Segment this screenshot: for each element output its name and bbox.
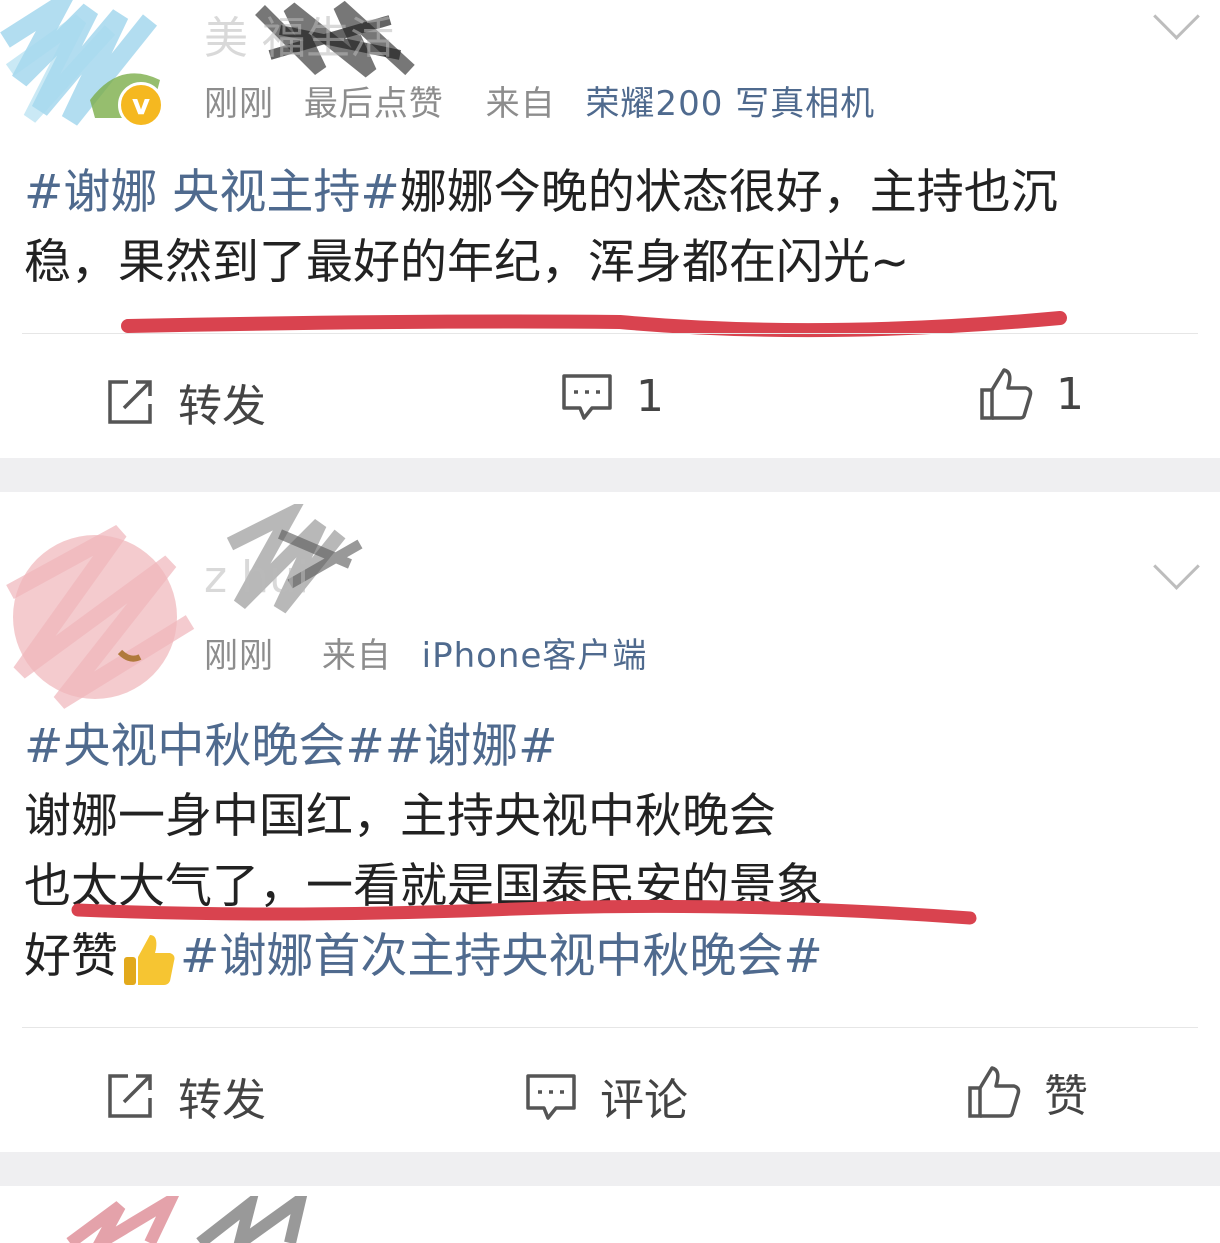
chevron-down-icon[interactable] xyxy=(1153,543,1200,590)
post-text-line-2: 谢娜一身中国红，主持央视中秋晚会 xyxy=(24,789,776,844)
post-card-1: v 美 福生活 刚刚 最后点赞 来自 荣耀200 写真相机 #谢娜 央视主持#娜… xyxy=(0,0,1220,458)
post-source[interactable]: iPhone客户端 xyxy=(422,636,648,676)
comment-button[interactable]: 1 xyxy=(560,370,664,422)
username-1[interactable]: 美 福生活 xyxy=(204,2,394,66)
post-time: 刚刚 xyxy=(204,84,274,124)
divider xyxy=(22,333,1198,334)
verified-badge-icon: v xyxy=(118,82,164,128)
source-prefix: 来自 xyxy=(321,636,392,676)
post-meta-1: 刚刚 最后点赞 来自 荣耀200 写真相机 xyxy=(204,76,893,125)
repost-icon xyxy=(108,1074,152,1118)
thumbs-up-emoji-icon xyxy=(124,934,175,985)
post-text-line-3: 也太大气了，一看就是国泰民安的景象 xyxy=(24,859,823,914)
thumbs-up-icon xyxy=(980,368,1033,420)
comment-label: 评论 xyxy=(600,1075,688,1126)
post-text-line-2: 稳，果然到了最好的年纪，浑身都在闪光~ xyxy=(24,235,910,290)
post-text-line-1: 娜娜今晚的状态很好，主持也沉 xyxy=(399,165,1058,220)
post-card-2: z hui 刚刚 来自 iPhone客户端 #央视中秋晚会##谢娜# 谢娜一身中… xyxy=(0,492,1220,1152)
like-label: 赞 xyxy=(1044,1071,1088,1122)
post-content-2: #央视中秋晚会##谢娜# 谢娜一身中国红，主持央视中秋晚会 也太大气了，一看就是… xyxy=(24,712,823,992)
repost-label: 转发 xyxy=(178,381,266,432)
hashtag-first-host[interactable]: #谢娜首次主持央视中秋晚会# xyxy=(180,929,823,984)
post-meta-2: 刚刚 来自 iPhone客户端 xyxy=(204,628,665,677)
avatar-3[interactable] xyxy=(60,1196,360,1243)
chevron-down-icon[interactable] xyxy=(1153,0,1200,40)
comment-icon xyxy=(526,1074,576,1120)
post-text-line-4: 好赞 xyxy=(24,929,118,984)
thumbs-up-icon xyxy=(968,1066,1021,1118)
card-separator xyxy=(0,1152,1220,1186)
comment-icon xyxy=(562,374,612,420)
comment-count: 1 xyxy=(636,370,664,422)
card-separator xyxy=(0,458,1220,492)
avatar-2[interactable] xyxy=(0,512,200,712)
like-count: 1 xyxy=(1056,368,1084,420)
repost-button[interactable]: 转发 xyxy=(104,370,266,434)
post-time: 刚刚 xyxy=(204,636,274,676)
divider xyxy=(22,1027,1198,1028)
hashtag-line[interactable]: #央视中秋晚会##谢娜# xyxy=(24,719,558,774)
repost-button[interactable]: 转发 xyxy=(104,1064,266,1128)
comment-button[interactable]: 评论 xyxy=(524,1064,688,1128)
source-prefix: 来自 xyxy=(485,84,556,124)
post-content-1: #谢娜 央视主持#娜娜今晚的状态很好，主持也沉 稳，果然到了最好的年纪，浑身都在… xyxy=(24,158,1058,298)
red-underline-annotation-1 xyxy=(121,311,1067,338)
repost-label: 转发 xyxy=(178,1075,266,1126)
username-2[interactable]: z hui xyxy=(204,552,309,603)
like-button[interactable]: 赞 xyxy=(966,1060,1088,1124)
post-source[interactable]: 荣耀200 写真相机 xyxy=(585,84,875,124)
post-card-3 xyxy=(0,1186,1220,1243)
last-like-label: 最后点赞 xyxy=(303,84,444,124)
repost-icon xyxy=(108,380,152,424)
hashtag-xiena-host[interactable]: #谢娜 央视主持# xyxy=(24,165,400,220)
like-button[interactable]: 1 xyxy=(978,366,1084,422)
